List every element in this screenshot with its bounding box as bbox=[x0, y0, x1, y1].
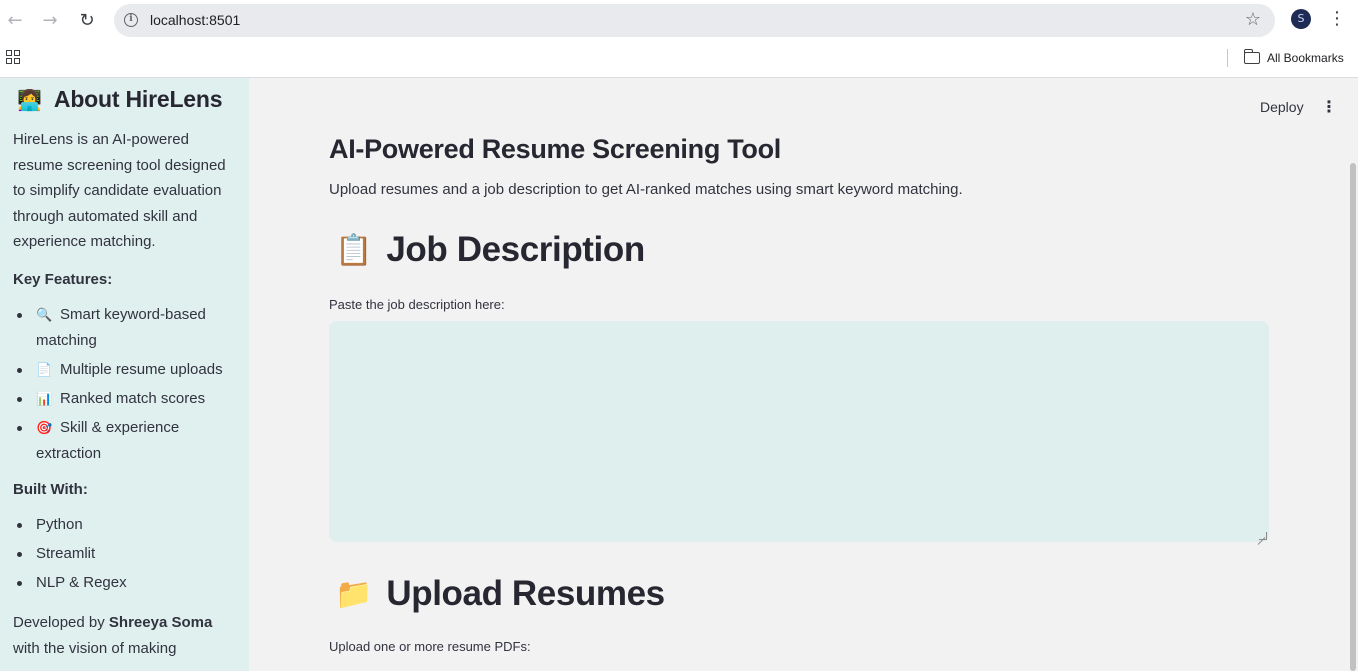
reload-icon[interactable]: ↻ bbox=[75, 8, 99, 32]
job-description-header: 📋 Job Description bbox=[335, 230, 1269, 270]
upload-resumes-heading: Upload Resumes bbox=[386, 574, 665, 613]
list-item: NLP & Regex bbox=[13, 570, 236, 596]
resize-handle-icon[interactable] bbox=[1259, 532, 1267, 540]
upload-resumes-header: 📁 Upload Resumes bbox=[335, 574, 1269, 614]
page-title: AI-Powered Resume Screening Tool bbox=[329, 134, 781, 164]
upload-resumes-label: Upload one or more resume PDFs: bbox=[329, 639, 531, 654]
job-description-heading: Job Description bbox=[386, 230, 645, 269]
list-item: 🔍 Smart keyword-based matching bbox=[13, 302, 236, 354]
bookmarks-divider bbox=[1227, 49, 1228, 67]
built-with-label: Built With: bbox=[13, 480, 88, 498]
dev-suffix: with the vision of making bbox=[13, 639, 177, 657]
content-block: AI-Powered Resume Screening Tool Upload … bbox=[329, 134, 1269, 654]
main-scrollbar[interactable] bbox=[1350, 163, 1356, 671]
site-info-icon[interactable]: i bbox=[124, 13, 138, 27]
magnifier-icon: 🔍 bbox=[36, 306, 53, 322]
list-item: 🎯 Skill & experience extraction bbox=[13, 415, 236, 467]
profile-avatar[interactable]: S bbox=[1291, 9, 1311, 29]
feature-text: Multiple resume uploads bbox=[60, 360, 223, 378]
all-bookmarks-button[interactable]: All Bookmarks bbox=[1243, 49, 1344, 67]
developer-name: Shreeya Soma bbox=[108, 613, 213, 631]
feature-text: Smart keyword-based matching bbox=[36, 305, 206, 349]
browser-menu-icon[interactable]: ⋮ bbox=[1328, 8, 1346, 32]
dev-prefix: Developed by bbox=[13, 613, 109, 631]
list-item: Python bbox=[13, 512, 236, 538]
feature-text: Skill & experience extraction bbox=[36, 418, 180, 462]
sidebar-header: 👩‍💻 About HireLens bbox=[17, 86, 236, 113]
main-content: Deploy ⋮ AI-Powered Resume Screening Too… bbox=[249, 78, 1358, 671]
built-with-list: Python Streamlit NLP & Regex bbox=[13, 512, 236, 596]
page-subtitle: Upload resumes and a job description to … bbox=[329, 181, 963, 198]
feature-text: Ranked match scores bbox=[60, 389, 206, 407]
sidebar-description: HireLens is an AI-powered resume screeni… bbox=[13, 131, 226, 250]
list-item: 📊 Ranked match scores bbox=[13, 386, 236, 412]
url-text[interactable]: localhost:8501 bbox=[150, 12, 240, 28]
address-bar[interactable]: i localhost:8501 ☆ bbox=[114, 4, 1275, 37]
folder-icon bbox=[1243, 49, 1260, 64]
back-arrow-icon[interactable]: ← bbox=[3, 8, 27, 32]
bookmark-star-icon[interactable]: ☆ bbox=[1245, 9, 1261, 30]
list-item: Streamlit bbox=[13, 541, 236, 567]
bookmarks-bar: All Bookmarks bbox=[0, 40, 1358, 78]
key-features-label: Key Features: bbox=[13, 270, 113, 288]
bar-chart-icon: 📊 bbox=[36, 390, 53, 406]
all-bookmarks-label: All Bookmarks bbox=[1267, 51, 1344, 65]
list-item: 📄 Multiple resume uploads bbox=[13, 357, 236, 383]
target-icon: 🎯 bbox=[36, 419, 53, 435]
job-description-input[interactable] bbox=[329, 321, 1269, 542]
job-description-field[interactable] bbox=[329, 321, 1269, 542]
clipboard-icon: 📋 bbox=[335, 232, 373, 268]
document-icon: 📄 bbox=[36, 361, 53, 377]
technologist-icon: 👩‍💻 bbox=[17, 87, 42, 112]
developer-credit: Developed by Shreeya Soma with the visio… bbox=[13, 610, 236, 662]
features-list: 🔍 Smart keyword-based matching 📄 Multiple … bbox=[13, 302, 236, 467]
job-description-label: Paste the job description here: bbox=[329, 297, 505, 312]
app-menu-icon[interactable]: ⋮ bbox=[1321, 97, 1337, 116]
forward-arrow-icon[interactable]: → bbox=[38, 8, 62, 32]
folder-icon: 📁 bbox=[335, 576, 373, 612]
apps-grid-icon[interactable] bbox=[6, 50, 20, 64]
deploy-button[interactable]: Deploy bbox=[1260, 99, 1304, 115]
browser-toolbar: ← → ↻ i localhost:8501 ☆ S ⋮ bbox=[0, 0, 1358, 40]
sidebar: 👩‍💻 About HireLens HireLens is an AI-pow… bbox=[0, 78, 249, 671]
sidebar-title: About HireLens bbox=[53, 86, 223, 112]
